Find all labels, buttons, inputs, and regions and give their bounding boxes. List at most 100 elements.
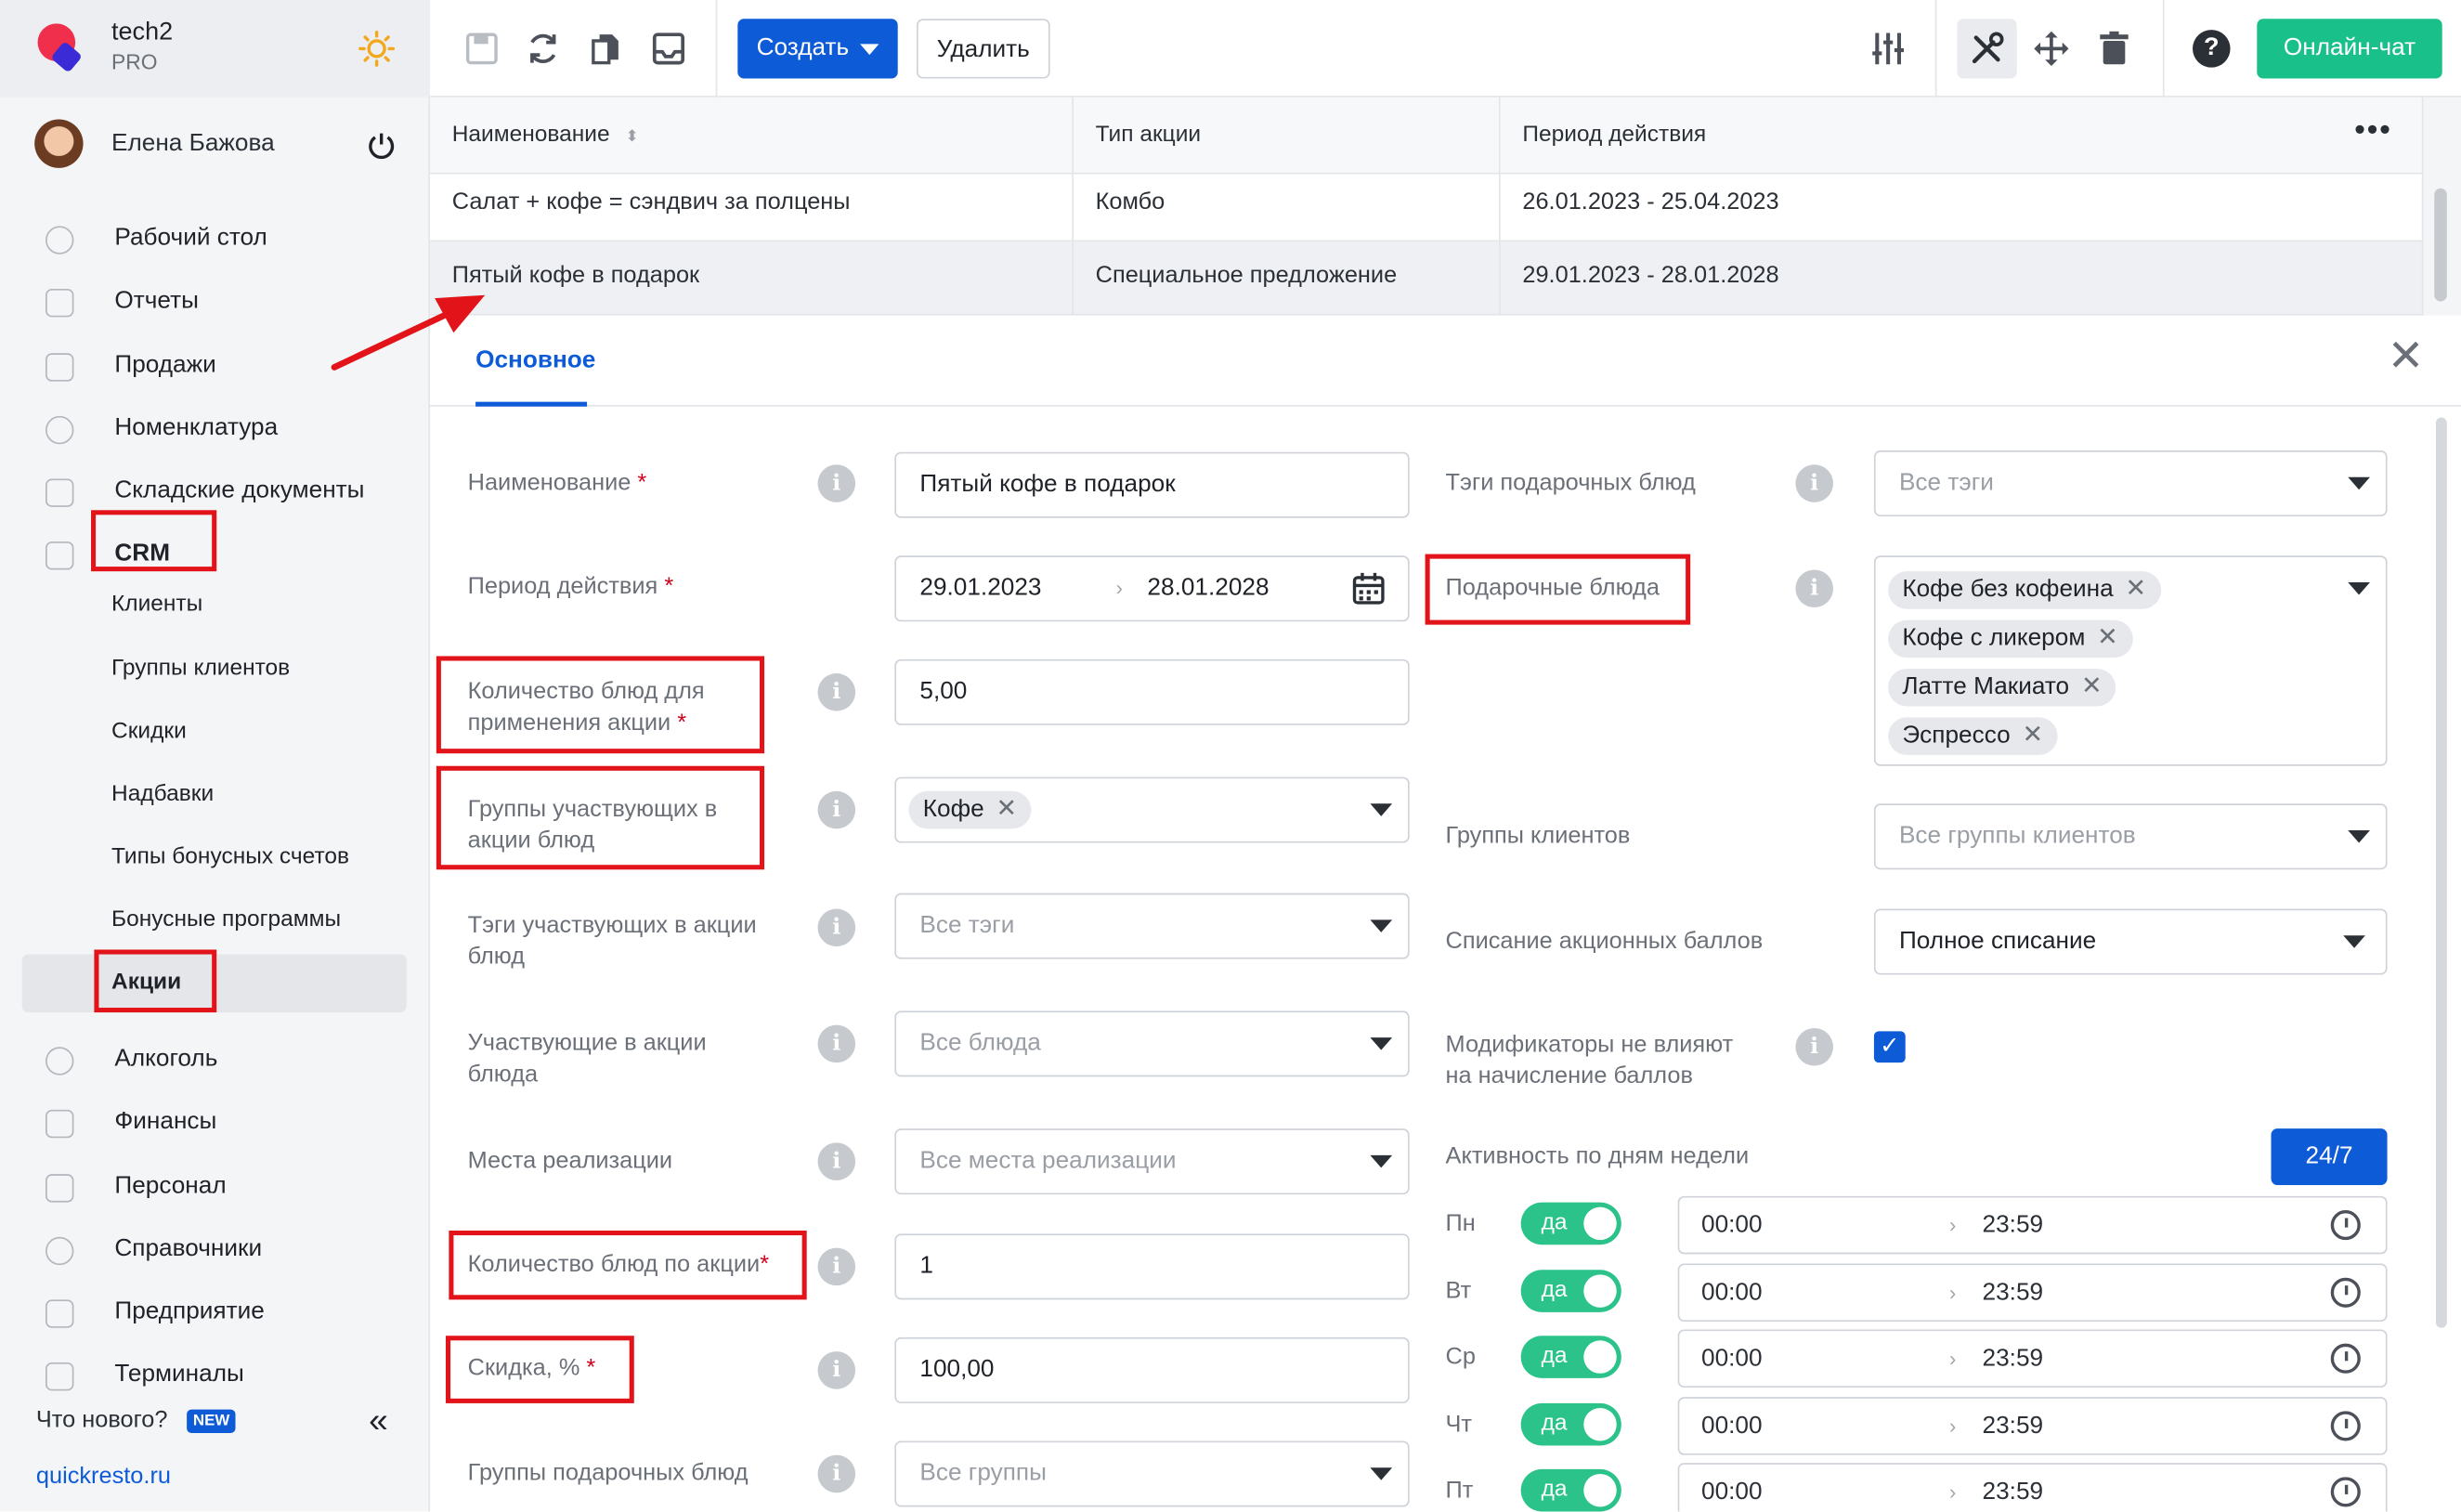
whats-new-link[interactable]: Что нового? — [36, 1406, 168, 1433]
sidebar-item[interactable]: Предприятие — [114, 1298, 264, 1326]
chevron-down-icon[interactable] — [1370, 1154, 1393, 1168]
chevron-down-icon[interactable] — [1370, 1467, 1393, 1480]
avatar[interactable] — [34, 119, 84, 168]
remove-icon[interactable]: ✕ — [2097, 620, 2118, 658]
clock-icon[interactable] — [2330, 1210, 2361, 1241]
close-icon[interactable]: ✕ — [2388, 333, 2425, 378]
qty-apply-input[interactable]: 5,00 — [894, 658, 1410, 725]
chevron-down-icon[interactable] — [2348, 476, 2370, 490]
info-icon[interactable]: i — [1795, 464, 1833, 502]
gift-tags-select[interactable]: Все тэги — [1873, 450, 2388, 517]
column-header-period[interactable]: Период действия — [1500, 97, 2424, 175]
chevron-down-icon[interactable] — [2348, 582, 2370, 595]
info-icon[interactable]: i — [817, 1247, 856, 1286]
chip[interactable]: Кофе с ликером ✕ — [1888, 619, 2133, 658]
chevron-down-icon[interactable] — [2348, 830, 2370, 843]
sidebar-item[interactable]: Отчеты — [114, 287, 199, 315]
places-select[interactable]: Все места реализации — [894, 1128, 1410, 1195]
time-range-input[interactable]: 00:00 › 23:59 — [1677, 1463, 2388, 1512]
day-toggle[interactable]: да — [1520, 1202, 1621, 1245]
day-toggle[interactable]: да — [1520, 1402, 1621, 1446]
tags-select[interactable]: Все тэги — [894, 893, 1410, 959]
clock-icon[interactable] — [2330, 1277, 2361, 1308]
column-header-name[interactable]: Наименование ⬍ — [430, 97, 1074, 175]
chevron-down-icon[interactable] — [1370, 919, 1393, 932]
info-icon[interactable]: i — [1795, 569, 1833, 608]
sidebar-subitem[interactable]: Группы клиентов — [111, 656, 290, 681]
time-range-input[interactable]: 00:00 › 23:59 — [1677, 1263, 2388, 1323]
info-icon[interactable]: i — [817, 464, 856, 502]
sort-icon[interactable]: ⬍ — [626, 129, 639, 147]
client-groups-select[interactable]: Все группы клиентов — [1873, 803, 2388, 870]
qty-promo-input[interactable]: 1 — [894, 1233, 1410, 1300]
time-range-input[interactable]: 00:00 › 23:59 — [1677, 1397, 2388, 1455]
remove-icon[interactable]: ✕ — [2022, 717, 2043, 755]
delete-button[interactable]: Удалить — [916, 19, 1050, 79]
power-icon[interactable] — [366, 130, 397, 162]
sidebar-subitem[interactable]: Клиенты — [111, 592, 202, 617]
sidebar-item[interactable]: Алкоголь — [114, 1046, 217, 1074]
sliders-icon[interactable] — [1868, 28, 1908, 69]
groups-select[interactable]: Кофе ✕ — [894, 776, 1410, 843]
chevron-down-icon[interactable] — [1370, 1037, 1393, 1050]
sidebar-item[interactable]: Персонал — [114, 1172, 226, 1200]
sidebar-item[interactable]: Терминалы — [114, 1361, 243, 1388]
all-week-button[interactable]: 24/7 — [2271, 1128, 2388, 1185]
time-range-input[interactable]: 00:00 › 23:59 — [1677, 1195, 2388, 1255]
clock-icon[interactable] — [2330, 1477, 2361, 1507]
chevron-down-icon[interactable] — [1370, 803, 1393, 816]
sun-icon[interactable] — [358, 30, 396, 68]
name-input[interactable]: Пятый кофе в подарок — [894, 451, 1410, 518]
remove-icon[interactable]: ✕ — [996, 791, 1018, 829]
dishes-select[interactable]: Все блюда — [894, 1010, 1410, 1077]
chevron-down-icon[interactable] — [2343, 935, 2365, 948]
chip[interactable]: Эспрессо ✕ — [1888, 717, 2058, 755]
info-icon[interactable]: i — [817, 1454, 856, 1493]
time-range-input[interactable]: 00:00 › 23:59 — [1677, 1329, 2388, 1388]
help-icon[interactable]: ? — [2193, 30, 2231, 68]
create-button[interactable]: Создать — [737, 19, 898, 79]
info-icon[interactable]: i — [817, 1024, 856, 1063]
form-scrollbar[interactable] — [2435, 417, 2447, 1328]
sidebar-item[interactable]: Справочники — [114, 1235, 262, 1263]
period-range-input[interactable]: 29.01.2023 › 28.01.2028 — [894, 555, 1410, 622]
remove-icon[interactable]: ✕ — [2081, 669, 2103, 707]
chip[interactable]: Кофе ✕ — [908, 790, 1032, 829]
sidebar-subitem[interactable]: Надбавки — [111, 782, 214, 807]
day-toggle[interactable]: да — [1520, 1468, 1621, 1512]
gift-dishes-select[interactable]: Кофе без кофеина ✕ Кофе с ликером ✕ Латте … — [1873, 555, 2388, 766]
copy-icon[interactable] — [585, 28, 626, 69]
collapse-sidebar-icon[interactable]: « — [369, 1401, 388, 1441]
gift-groups-select[interactable]: Все группы — [894, 1440, 1410, 1507]
calendar-icon[interactable] — [1351, 571, 1386, 606]
online-chat-button[interactable]: Онлайн-чат — [2257, 19, 2442, 79]
trash-icon[interactable] — [2094, 28, 2135, 69]
day-toggle[interactable]: да — [1520, 1270, 1621, 1312]
move-icon[interactable] — [2031, 28, 2072, 69]
clock-icon[interactable] — [2330, 1343, 2361, 1374]
table-scrollbar[interactable] — [2434, 188, 2447, 302]
save-icon[interactable] — [462, 28, 502, 69]
info-icon[interactable]: i — [817, 790, 856, 829]
sidebar-item[interactable]: Рабочий стол — [114, 225, 267, 253]
info-icon[interactable]: i — [817, 673, 856, 711]
sidebar-item[interactable]: Финансы — [114, 1108, 216, 1136]
more-icon[interactable]: ••• — [2354, 113, 2392, 150]
info-icon[interactable]: i — [817, 1351, 856, 1389]
chip[interactable]: Латте Макиато ✕ — [1888, 668, 2116, 707]
sidebar-item[interactable]: Продажи — [114, 352, 215, 380]
discount-input[interactable]: 100,00 — [894, 1336, 1410, 1403]
writeoff-select[interactable]: Полное списание — [1873, 908, 2388, 975]
sidebar-item[interactable]: Складские документы — [114, 477, 364, 505]
info-icon[interactable]: i — [817, 908, 856, 947]
refresh-icon[interactable] — [523, 28, 564, 69]
day-toggle[interactable]: да — [1520, 1336, 1621, 1378]
inbox-icon[interactable] — [648, 28, 689, 69]
modifiers-checkbox[interactable]: ✓ — [1873, 1031, 1906, 1063]
sidebar-subitem[interactable]: Типы бонусных счетов — [111, 844, 349, 869]
sidebar-subitem[interactable]: Бонусные программы — [111, 907, 341, 932]
remove-icon[interactable]: ✕ — [2126, 571, 2147, 609]
column-header-type[interactable]: Тип акции — [1073, 97, 1501, 175]
chip[interactable]: Кофе без кофеина ✕ — [1888, 571, 2161, 609]
sidebar-item[interactable]: Номенклатура — [114, 414, 278, 442]
